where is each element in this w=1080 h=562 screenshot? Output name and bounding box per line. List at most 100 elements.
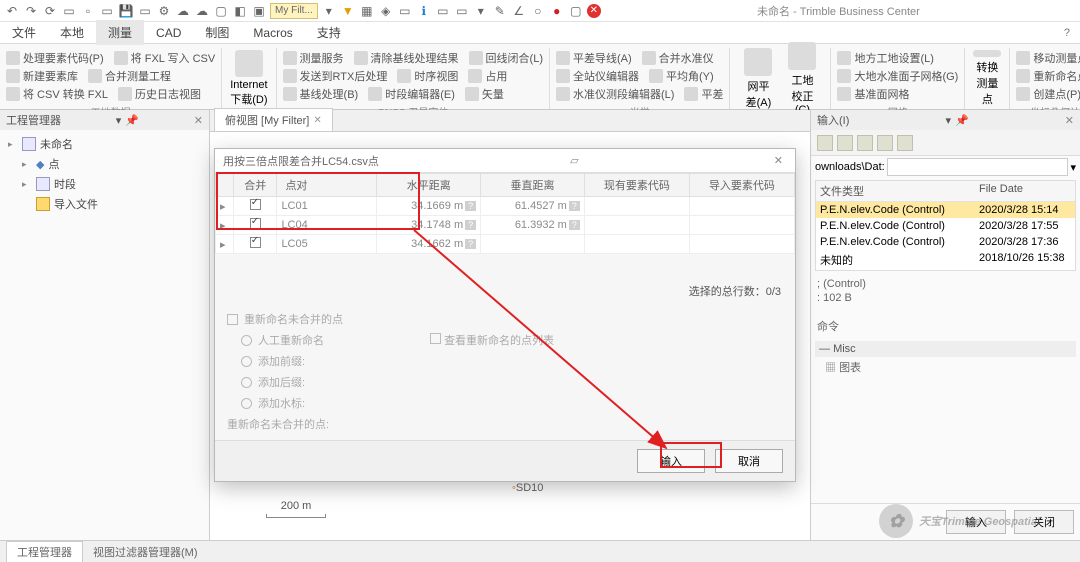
palette-icon[interactable]: ▭ bbox=[397, 3, 413, 19]
rename-unmerged-checkbox[interactable] bbox=[227, 314, 238, 325]
record-icon[interactable]: ● bbox=[549, 3, 565, 19]
info-icon[interactable]: ℹ bbox=[416, 3, 432, 19]
help-icon[interactable]: ? bbox=[1054, 23, 1080, 43]
cloud-icon[interactable]: ☁ bbox=[175, 3, 191, 19]
grid-icon[interactable]: ▦ bbox=[359, 3, 375, 19]
cmd-traverse[interactable]: 平差导线(A) bbox=[556, 50, 632, 66]
path-dropdown-icon[interactable]: ▾ bbox=[1070, 161, 1076, 174]
col-point[interactable]: 点对 bbox=[277, 174, 377, 197]
path-input[interactable] bbox=[887, 158, 1069, 176]
close2-icon[interactable]: ✕ bbox=[1065, 114, 1074, 127]
cmd-level-editor[interactable]: 水准仪测段编辑器(L) bbox=[556, 86, 674, 102]
opt-prefix-radio[interactable] bbox=[241, 356, 252, 367]
cmd-mean-angle[interactable]: 平均角(Y) bbox=[649, 68, 714, 84]
tab-plan-view[interactable]: 俯视图 [My Filter]✕ bbox=[214, 108, 333, 131]
file-row[interactable]: P.E.N.elev.Code (Control)2020/3/28 17:36 bbox=[816, 234, 1075, 250]
new-icon[interactable]: ▫ bbox=[80, 3, 96, 19]
col-filedate[interactable]: File Date bbox=[975, 181, 1075, 201]
cmd-datum-grid[interactable]: 基准面网格 bbox=[837, 86, 909, 102]
cmd-baseline[interactable]: 基线处理(B) bbox=[283, 86, 359, 102]
menu-survey[interactable]: 测量 bbox=[96, 20, 144, 45]
cmd-session-edit[interactable]: 时段编辑器(E) bbox=[368, 86, 455, 102]
misc-header[interactable]: — Misc bbox=[815, 341, 1076, 357]
cmd-fxl-csv[interactable]: 将 FXL 写入 CSV bbox=[114, 50, 216, 66]
dialog-close-icon[interactable]: ✕ bbox=[770, 154, 787, 167]
file-row[interactable]: P.E.N.elev.Code (Control)2020/3/28 17:55 bbox=[816, 218, 1075, 234]
menu-cad[interactable]: CAD bbox=[144, 22, 193, 44]
pin2-icon[interactable]: 📌 bbox=[955, 114, 969, 127]
table-row[interactable]: ▸ LC04 34.1748 m? 61.3932 m? bbox=[216, 216, 795, 235]
cmd-create-pt[interactable]: 创建点(P) bbox=[1016, 86, 1080, 102]
measure-icon[interactable]: ✎ bbox=[492, 3, 508, 19]
table-row[interactable]: ▸ LC05 34.1662 m? bbox=[216, 235, 795, 254]
cmd-merge-level[interactable]: 合并水准仪 bbox=[642, 50, 714, 66]
merge-checkbox[interactable] bbox=[250, 199, 261, 210]
cmd-geoid[interactable]: 大地水准面子网格(G) bbox=[837, 68, 958, 84]
cmd-new-lib[interactable]: 新建要素库 bbox=[6, 68, 78, 84]
menu-macros[interactable]: Macros bbox=[241, 22, 304, 44]
cmd-process-features[interactable]: 处理要素代码(P) bbox=[6, 50, 104, 66]
cmd-site-calib[interactable]: 工地校正(C) bbox=[780, 40, 824, 118]
table-row[interactable]: ▸ LC01 34.1669 m? 61.4527 m? bbox=[216, 197, 795, 216]
tree-import[interactable]: 导入文件 bbox=[4, 194, 205, 214]
save-icon[interactable]: 💾 bbox=[118, 3, 134, 19]
bottom-tab-project[interactable]: 工程管理器 bbox=[6, 541, 83, 562]
merge-checkbox[interactable] bbox=[250, 237, 261, 248]
filter-button[interactable]: My Filt... bbox=[270, 3, 318, 19]
copy2-icon[interactable] bbox=[897, 135, 913, 151]
cmd-adjust[interactable]: 平差 bbox=[684, 86, 723, 102]
folder-up-icon[interactable] bbox=[817, 135, 833, 151]
dialog-cancel-button[interactable]: 取消 bbox=[715, 449, 783, 473]
file-row[interactable]: 未知的2018/10/26 15:38 bbox=[816, 250, 1075, 270]
cmd-rename-pt[interactable]: 重新命名点(N) bbox=[1016, 68, 1080, 84]
merge-checkbox[interactable] bbox=[250, 218, 261, 229]
cmd-move-pt[interactable]: 移动测量点 bbox=[1016, 50, 1080, 66]
tree-root[interactable]: ▸未命名 bbox=[4, 134, 205, 154]
dialog-min-icon[interactable]: ▱ bbox=[566, 154, 582, 167]
menu-draw[interactable]: 制图 bbox=[193, 20, 241, 45]
cmd-local-site[interactable]: 地方工地设置(L) bbox=[837, 50, 933, 66]
tree-sessions[interactable]: ▸时段 bbox=[4, 174, 205, 194]
pin-icon[interactable]: 📌 bbox=[125, 114, 139, 127]
cloud2-icon[interactable]: ☁ bbox=[194, 3, 210, 19]
menu-local[interactable]: 本地 bbox=[48, 20, 96, 45]
col-hdist[interactable]: 水平距离 bbox=[377, 174, 481, 197]
layers-icon[interactable]: ◈ bbox=[378, 3, 394, 19]
circle-icon[interactable]: ○ bbox=[530, 3, 546, 19]
misc-chart[interactable]: 图表 bbox=[839, 362, 861, 374]
opt-suffix-radio[interactable] bbox=[241, 377, 252, 388]
stop-icon[interactable]: ▢ bbox=[568, 3, 584, 19]
cmd-loop-close[interactable]: 回线闭合(L) bbox=[469, 50, 543, 66]
tree-points[interactable]: ▸◆点 bbox=[4, 154, 205, 174]
cmd-clear-baseline[interactable]: 清除基线处理结果 bbox=[354, 50, 459, 66]
cmd-ts-editor[interactable]: 全站仪编辑器 bbox=[556, 68, 639, 84]
menu-file[interactable]: 文件 bbox=[0, 20, 48, 45]
dialog-input-button[interactable]: 输入 bbox=[637, 449, 705, 473]
close-icon[interactable]: ✕ bbox=[194, 114, 203, 127]
menu-support[interactable]: 支持 bbox=[305, 20, 353, 45]
col-vdist[interactable]: 垂直距离 bbox=[481, 174, 585, 197]
open-icon[interactable]: ▭ bbox=[61, 3, 77, 19]
view-icon[interactable] bbox=[877, 135, 893, 151]
col-imp[interactable]: 导入要素代码 bbox=[689, 174, 794, 197]
tab-close-icon[interactable]: ✕ bbox=[313, 115, 321, 126]
file-row[interactable]: P.E.N.elev.Code (Control)2020/3/28 15:14 bbox=[816, 202, 1075, 218]
open2-icon[interactable]: ▭ bbox=[99, 3, 115, 19]
print-icon[interactable]: ▭ bbox=[137, 3, 153, 19]
camera-icon[interactable]: ▣ bbox=[251, 3, 267, 19]
cmd-timeseries[interactable]: 时序视图 bbox=[397, 68, 458, 84]
col-filetype[interactable]: 文件类型 bbox=[816, 181, 975, 201]
col-merge[interactable]: 合并 bbox=[234, 174, 277, 197]
folder-icon[interactable] bbox=[837, 135, 853, 151]
opt-manual-radio[interactable] bbox=[241, 335, 252, 346]
cmd-vector[interactable]: 矢量 bbox=[465, 86, 504, 102]
cmd-survey-svc[interactable]: 测量服务 bbox=[283, 50, 344, 66]
box-icon[interactable]: ▢ bbox=[213, 3, 229, 19]
cmd-convert-pt[interactable]: 转换测量点 bbox=[965, 48, 1010, 109]
cmd-occupy[interactable]: 占用 bbox=[468, 68, 507, 84]
cube-icon[interactable]: ◧ bbox=[232, 3, 248, 19]
undo-icon[interactable]: ↶ bbox=[4, 3, 20, 19]
bottom-tab-filter[interactable]: 视图过滤器管理器(M) bbox=[83, 542, 208, 562]
cmd-rtx[interactable]: 发送到RTX后处理 bbox=[283, 68, 388, 84]
cmd-history[interactable]: 历史日志视图 bbox=[118, 86, 201, 102]
